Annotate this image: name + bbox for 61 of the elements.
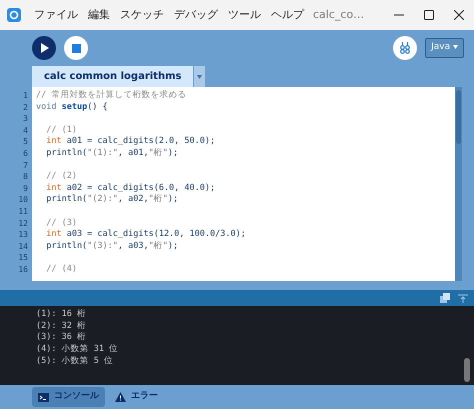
tab-menu-button[interactable] [193, 66, 206, 87]
warning-icon [115, 392, 126, 402]
line-number: 10 [17, 194, 29, 206]
line-number: 4 [22, 124, 29, 136]
play-icon [40, 43, 48, 53]
code-line: // (4) [45, 264, 78, 276]
line-number: 15 [17, 252, 29, 264]
line-number: 7 [22, 160, 29, 172]
editor-scrollbar[interactable] [455, 87, 462, 281]
line-number: 9 [22, 182, 29, 194]
line-number: 5 [22, 136, 29, 148]
maximize-icon [424, 10, 434, 20]
stop-button[interactable] [64, 36, 88, 60]
line-number: 12 [17, 218, 29, 230]
window-title: calc_co… [312, 6, 366, 23]
menu-item[interactable]: デバッグ [169, 6, 223, 24]
console-line: (5): 小数第 5 位 [36, 356, 114, 368]
run-button[interactable] [32, 36, 56, 60]
console-line: (2): 32 桁 [36, 320, 87, 332]
line-number: 6 [22, 148, 29, 160]
console-scrollbar-thumb[interactable] [464, 358, 470, 382]
code-line: println("(2):", a02,"桁"); [45, 194, 180, 206]
app-logo-icon [7, 8, 21, 22]
caret-icon [453, 44, 458, 49]
code-line: // (2) [45, 171, 78, 183]
line-number: 14 [17, 240, 29, 252]
menu-item[interactable]: ファイル [29, 6, 83, 24]
debugger-button[interactable] [393, 36, 418, 60]
code-line: println("(1):", a01,"桁"); [45, 148, 180, 160]
caret-icon [197, 74, 202, 78]
menu-item[interactable]: ツール [223, 6, 266, 24]
menu-item[interactable]: 編集 [83, 6, 115, 24]
stop-icon [72, 44, 80, 52]
menu-item[interactable]: スケッチ [115, 6, 169, 24]
code-line: // 常用対数を計算して桁数を求める [36, 90, 188, 102]
code-line: void setup() { [36, 102, 109, 114]
line-number: 13 [17, 229, 29, 241]
terminal-icon [38, 392, 49, 402]
console-line: (1): 16 桁 [36, 309, 87, 321]
line-number: 3 [22, 113, 29, 125]
code-line: // (1) [45, 124, 78, 136]
code-line: int a01 = calc_digits(2.0, 50.0); [45, 136, 216, 148]
code-line: int a02 = calc_digits(6.0, 40.0); [45, 182, 216, 194]
menu-item[interactable]: ヘルプ [266, 6, 309, 24]
code-line: println("(3):", a03,"桁"); [45, 240, 180, 252]
console-line: (3): 36 桁 [36, 332, 87, 344]
line-number: 16 [17, 264, 29, 276]
collapse-icon[interactable] [458, 294, 468, 302]
editor-tab[interactable]: calc common logarithms [32, 66, 194, 87]
line-number: 2 [22, 102, 29, 114]
code-line: int a03 = calc_digits(12.0, 100.0/3.0); [45, 229, 247, 241]
line-number: 11 [17, 206, 29, 218]
line-number: 8 [22, 171, 29, 183]
copy-icon[interactable] [440, 293, 450, 303]
debugger-icon [399, 42, 412, 54]
line-number: 1 [22, 90, 29, 102]
console-line: (4): 小数第 31 位 [36, 344, 120, 356]
panel-tab[interactable]: エラー [109, 387, 164, 407]
code-editor[interactable] [32, 87, 455, 281]
code-line: // (3) [45, 218, 78, 230]
close-icon [454, 10, 464, 20]
